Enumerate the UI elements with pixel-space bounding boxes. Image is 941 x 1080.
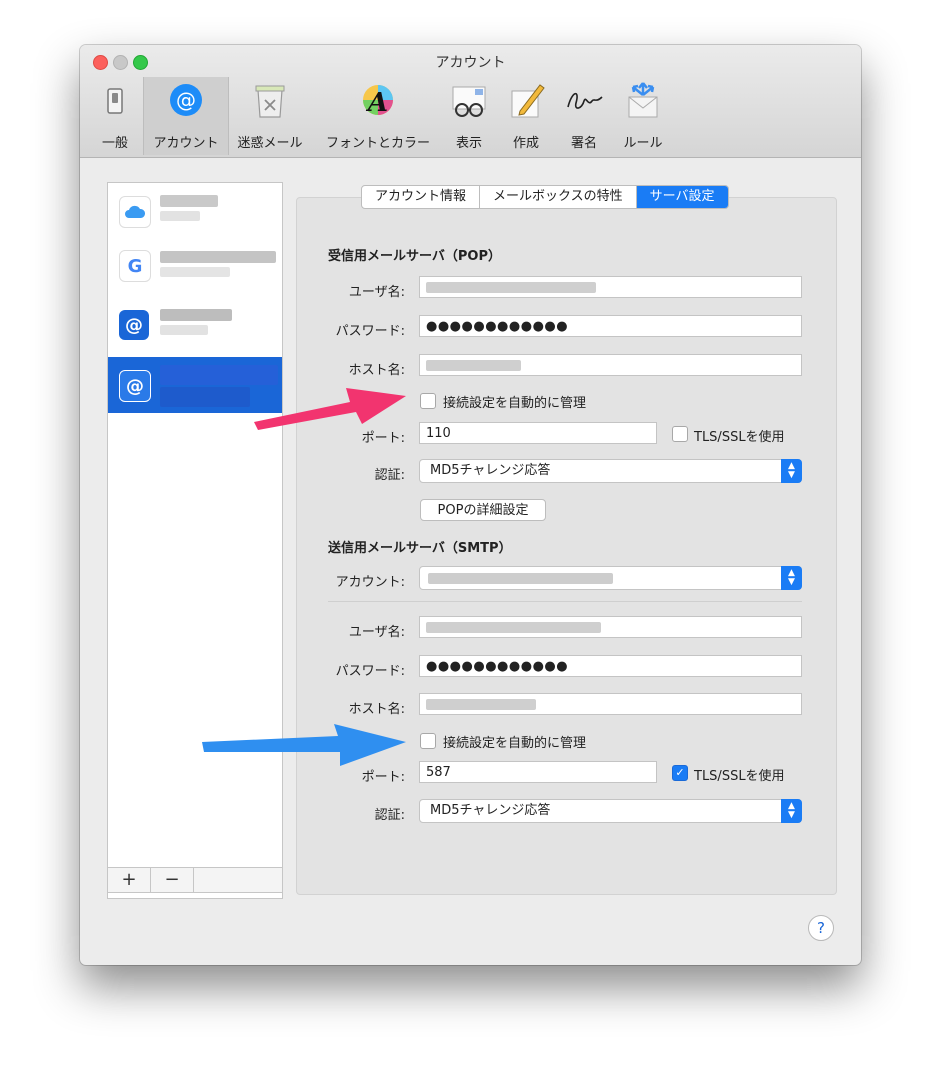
remove-account-button[interactable]: − (151, 868, 194, 892)
incoming-tls-checkbox[interactable] (672, 426, 688, 442)
redacted-account-detail (160, 267, 230, 277)
google-icon: G (119, 250, 151, 282)
incoming-auto-manage-checkbox[interactable] (420, 393, 436, 409)
incoming-auto-manage-label: 接続設定を自動的に管理 (443, 396, 587, 411)
toolbar-label: フォントとカラー (325, 136, 430, 151)
toolbar-label: 作成 (512, 136, 539, 151)
tab-bar: アカウント情報 メールボックスの特性 サーバ設定 (361, 185, 729, 209)
outgoing-auto-manage-label: 接続設定を自動的に管理 (443, 736, 587, 751)
titlebar: アカウント 一般 @ アカウント 迷惑メール A フォントとカラー 表示 作成 … (80, 45, 861, 158)
toolbar-item-general[interactable]: 一般 (90, 77, 140, 155)
rules-icon (628, 82, 658, 118)
at-sign-icon: @ (170, 84, 202, 116)
pop-advanced-button[interactable]: POPの詳細設定 (420, 499, 546, 521)
svg-text:A: A (365, 88, 388, 118)
preferences-window: アカウント 一般 @ アカウント 迷惑メール A フォントとカラー 表示 作成 … (80, 45, 861, 965)
outgoing-auth-popup[interactable]: MD5チャレンジ応答 ▲ ▼ (419, 799, 802, 823)
toolbar-item-rules[interactable]: ルール (613, 77, 673, 155)
toolbar-item-fonts[interactable]: A フォントとカラー (316, 77, 440, 155)
outgoing-auth-value: MD5チャレンジ応答 (430, 803, 551, 818)
glasses-icon (452, 86, 486, 117)
chevron-updown-icon: ▲ ▼ (781, 799, 802, 823)
outgoing-username-field[interactable] (419, 616, 802, 638)
redacted-username (426, 282, 596, 293)
toolbar-item-junk[interactable]: 迷惑メール (232, 77, 308, 155)
at-sign-icon: @ (119, 310, 149, 340)
outgoing-auth-label: 認証: (374, 808, 405, 823)
svg-text:@: @ (176, 88, 196, 112)
incoming-username-field[interactable] (419, 276, 802, 298)
toolbar-label: ルール (623, 136, 663, 151)
outgoing-host-label: ホスト名: (348, 702, 405, 717)
chevron-updown-icon: ▲ ▼ (781, 459, 802, 483)
incoming-tls-label: TLS/SSLを使用 (694, 430, 785, 445)
blue-annotation-arrow-icon (202, 724, 406, 766)
trash-icon (255, 85, 285, 118)
incoming-password-label: パスワード: (335, 324, 405, 339)
account-list-buttons: + − (107, 867, 283, 893)
outgoing-tls-label: TLS/SSLを使用 (694, 769, 785, 784)
redacted-account-name (160, 309, 232, 321)
tab-mailbox-behaviors[interactable]: メールボックスの特性 (480, 186, 637, 208)
toolbar-label: アカウント (153, 136, 219, 151)
outgoing-password-field[interactable]: ●●●●●●●●●●●● (419, 655, 802, 677)
toolbar-item-accounts[interactable]: @ アカウント (143, 77, 229, 155)
incoming-auth-popup[interactable]: MD5チャレンジ応答 ▲ ▼ (419, 459, 802, 483)
toolbar-label: 表示 (455, 136, 482, 151)
toolbar-label: 迷惑メール (237, 136, 303, 151)
account-row-mail-1[interactable]: @ (108, 297, 282, 351)
redacted-host (426, 360, 521, 371)
outgoing-tls-checkbox[interactable]: ✓ (672, 765, 688, 781)
toolbar-label: 一般 (101, 136, 128, 151)
redacted-smtp-account (428, 573, 613, 584)
incoming-port-field[interactable]: 110 (419, 422, 657, 444)
redacted-account-name (160, 195, 218, 207)
outgoing-account-popup[interactable]: ▲ ▼ (419, 566, 802, 590)
icloud-icon (119, 196, 151, 228)
window-title: アカウント (435, 55, 506, 71)
outgoing-username-label: ユーザ名: (348, 625, 405, 640)
redacted-username (426, 622, 601, 633)
font-icon: A (363, 85, 393, 118)
incoming-host-field[interactable] (419, 354, 802, 376)
redacted-account-detail (160, 211, 200, 221)
outgoing-port-field[interactable]: 587 (419, 761, 657, 783)
section-divider (328, 601, 802, 602)
incoming-username-label: ユーザ名: (348, 285, 405, 300)
outgoing-account-label: アカウント: (335, 575, 405, 590)
account-list[interactable]: G @ @ (107, 182, 283, 899)
toolbar-label: 署名 (570, 136, 597, 151)
tab-server-settings[interactable]: サーバ設定 (636, 186, 728, 208)
account-row-icloud[interactable] (108, 183, 282, 237)
incoming-auth-label: 認証: (374, 468, 405, 483)
incoming-password-field[interactable]: ●●●●●●●●●●●● (419, 315, 802, 337)
incoming-host-label: ホスト名: (348, 363, 405, 378)
outgoing-heading: 送信用メールサーバ（SMTP） (328, 541, 512, 556)
outgoing-password-label: パスワード: (335, 664, 405, 679)
toolbar-item-compose[interactable]: 作成 (500, 77, 552, 155)
redacted-account-detail (160, 387, 250, 407)
add-account-button[interactable]: + (108, 868, 151, 892)
outgoing-auto-manage-checkbox[interactable] (420, 733, 436, 749)
tab-account-info[interactable]: アカウント情報 (362, 186, 481, 208)
help-button[interactable]: ? (808, 915, 834, 941)
toolbar-item-view[interactable]: 表示 (443, 77, 495, 155)
pencil-icon (511, 84, 545, 118)
redacted-account-name (160, 251, 276, 263)
switch-icon (107, 88, 123, 114)
outgoing-host-field[interactable] (419, 693, 802, 715)
incoming-heading: 受信用メールサーバ（POP） (328, 249, 501, 264)
pink-annotation-arrow-icon (254, 388, 406, 430)
redacted-host (426, 699, 536, 710)
incoming-auth-value: MD5チャレンジ応答 (430, 463, 551, 478)
at-sign-icon: @ (119, 370, 151, 402)
signature-icon (567, 92, 603, 109)
chevron-updown-icon: ▲ ▼ (781, 566, 802, 590)
account-row-google[interactable]: G (108, 237, 282, 291)
toolbar-item-signatures[interactable]: 署名 (558, 77, 610, 155)
redacted-account-detail (160, 325, 208, 335)
